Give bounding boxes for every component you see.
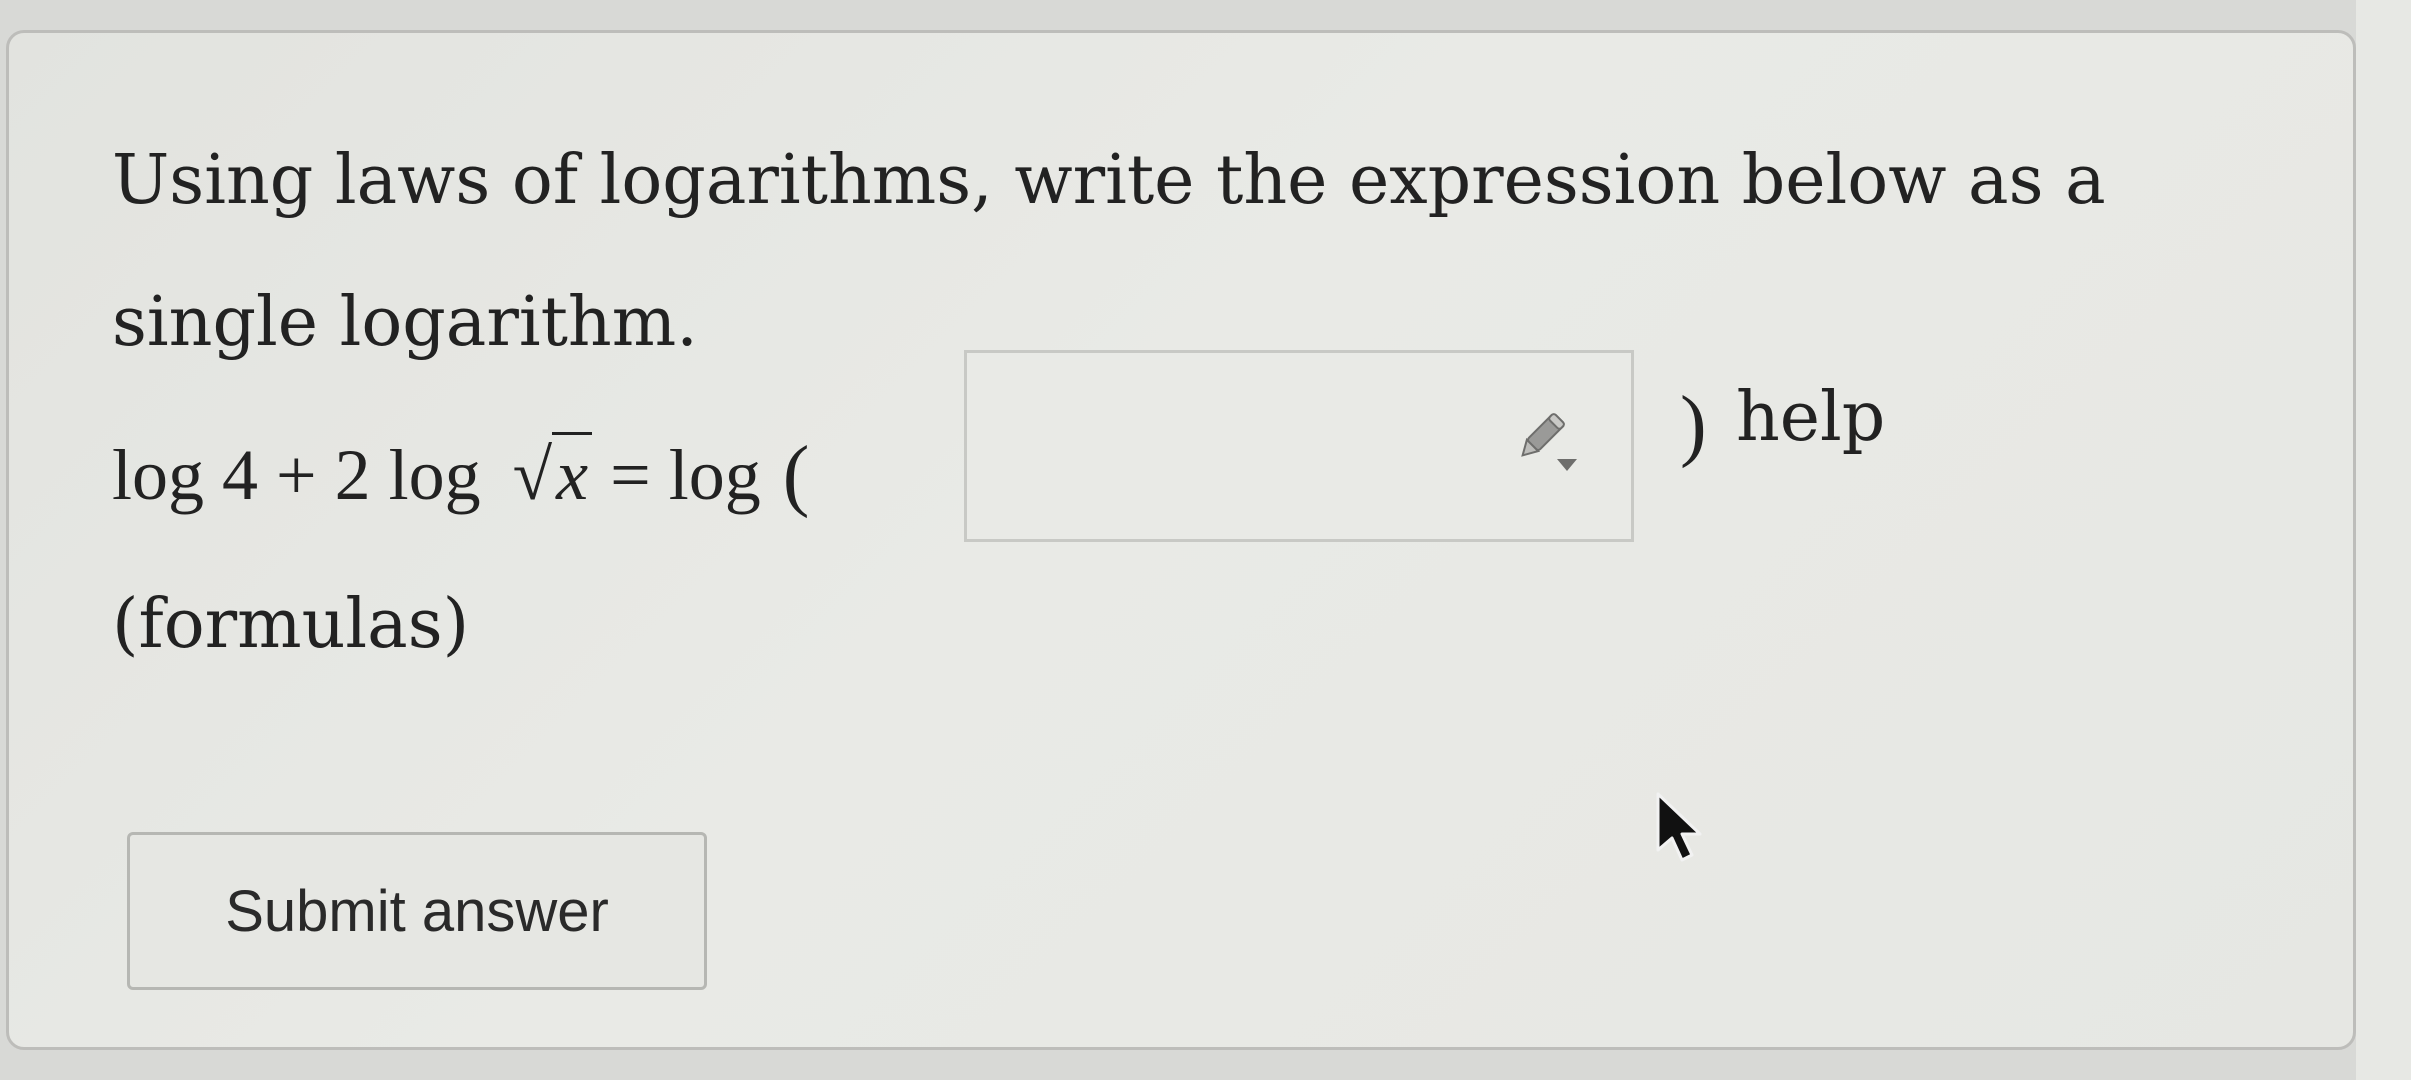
- radicand: x: [552, 431, 593, 515]
- radical-sign: √: [512, 434, 553, 515]
- formulas-link[interactable]: (formulas): [112, 585, 469, 664]
- help-link[interactable]: help: [1736, 378, 1885, 457]
- mouse-pointer-icon: [1656, 792, 1702, 862]
- page-background-strip: [2356, 0, 2411, 1080]
- equation: log 4 + 2 log √x = log (: [112, 420, 809, 530]
- answer-input[interactable]: [964, 350, 1634, 542]
- square-root: √x: [512, 431, 593, 517]
- pencil-dropdown-icon[interactable]: [1513, 409, 1583, 479]
- equation-lhs: log 4 + 2 log: [112, 434, 499, 515]
- close-paren: ): [1680, 381, 1707, 469]
- submit-answer-button[interactable]: Submit answer: [127, 832, 707, 990]
- equation-equals-log: = log: [592, 434, 761, 515]
- open-paren: (: [782, 430, 810, 519]
